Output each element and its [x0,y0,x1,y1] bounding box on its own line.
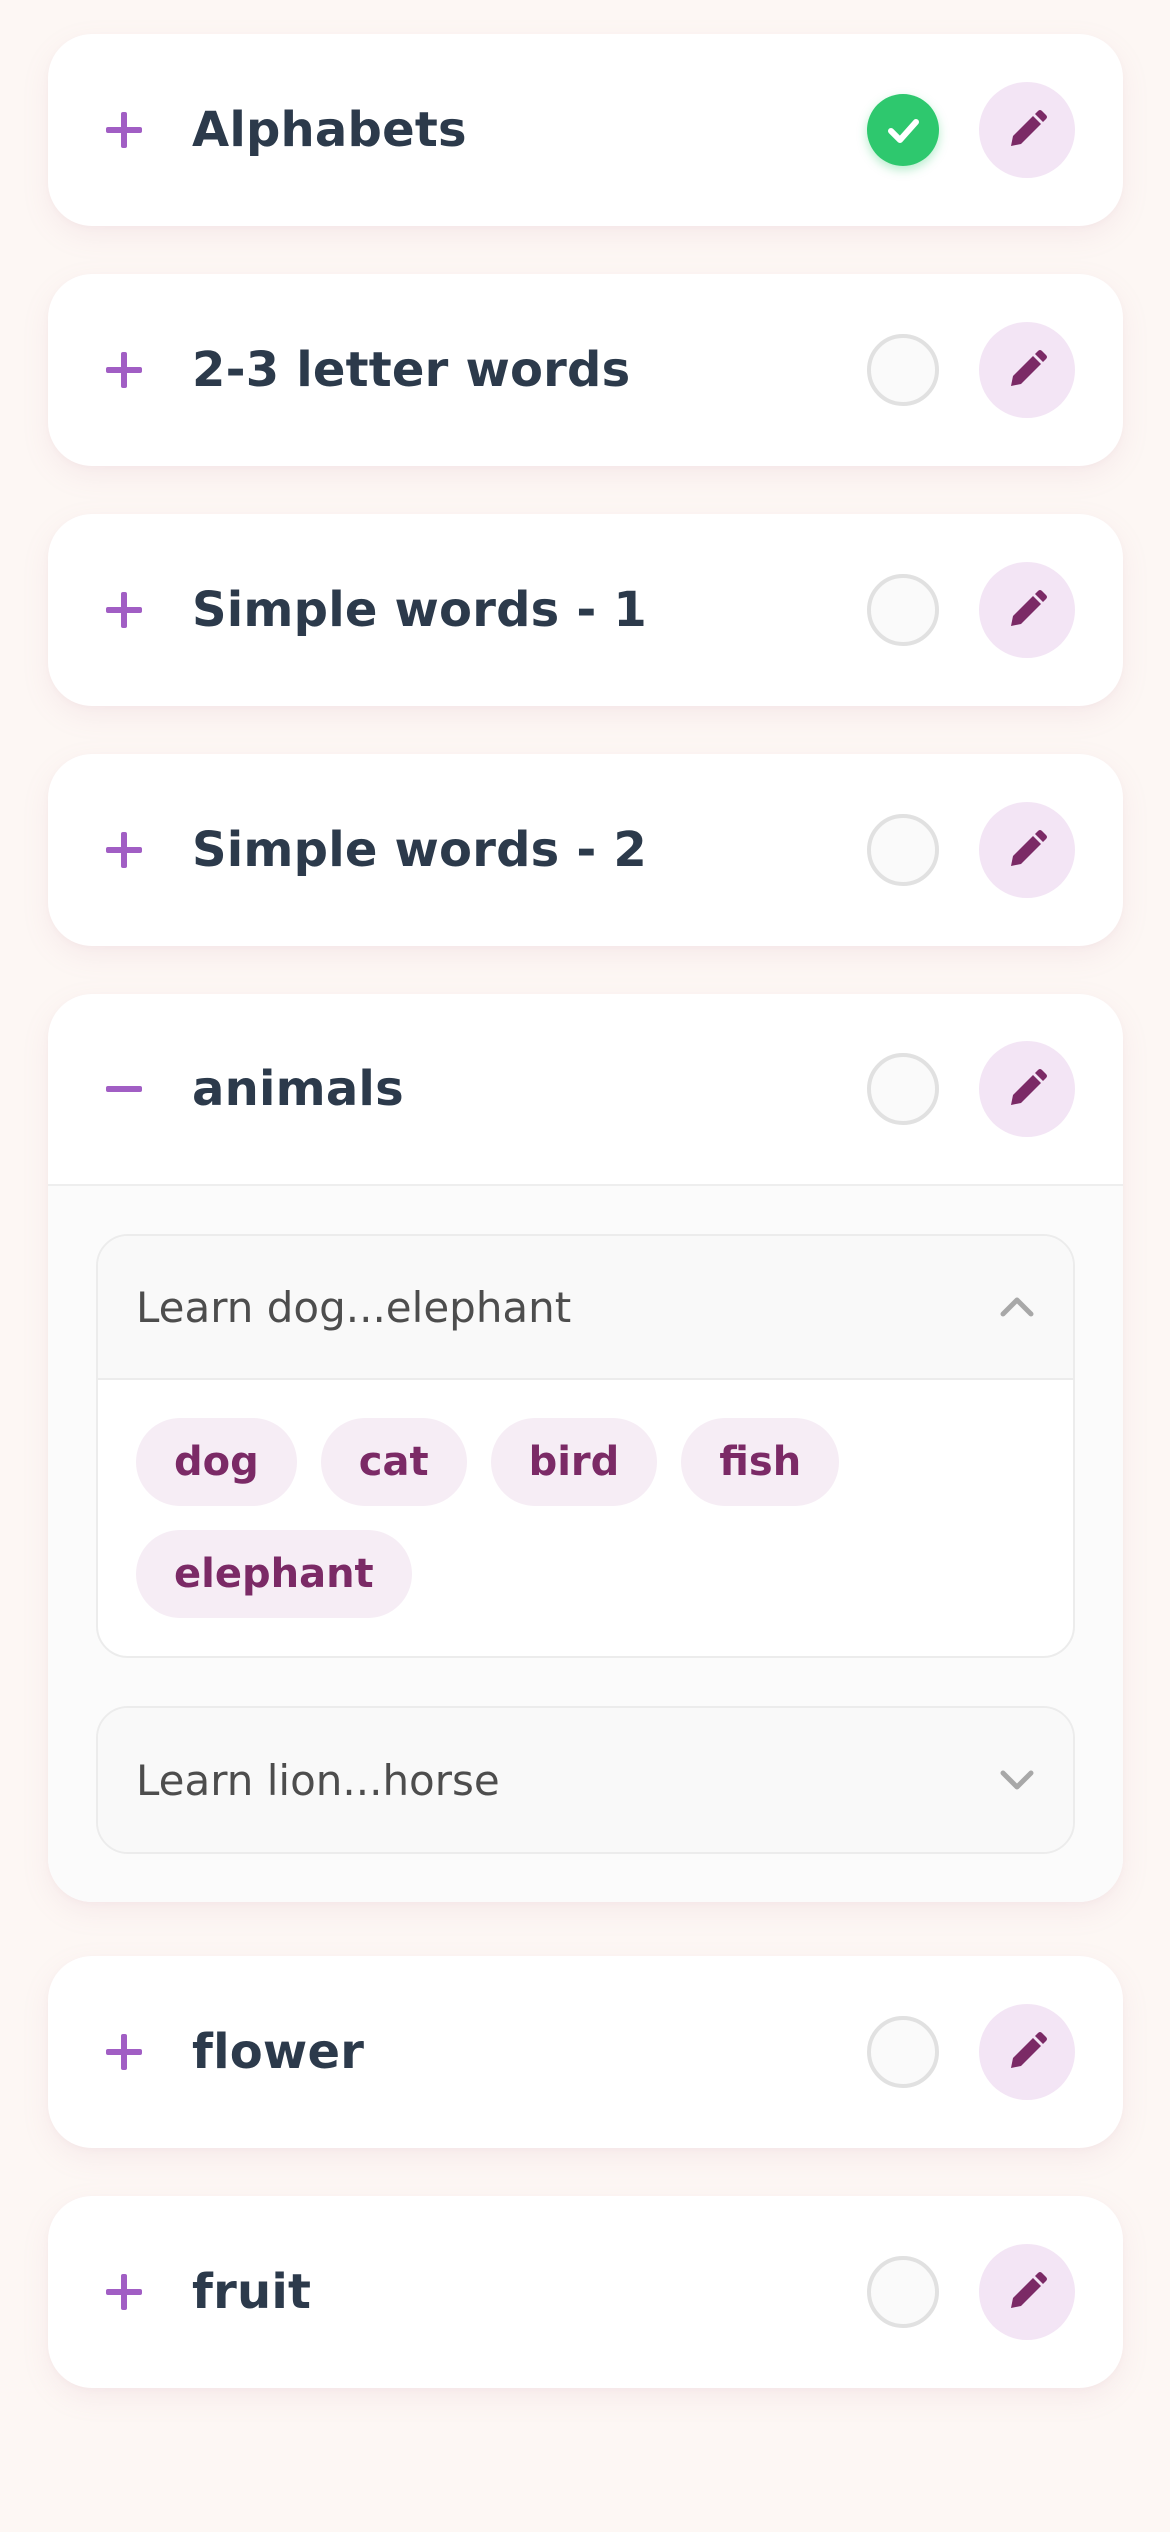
category-card: 2-3 letter words [48,274,1123,466]
category-header[interactable]: Simple words - 2 [48,754,1123,946]
category-header[interactable]: fruit [48,2196,1123,2388]
plus-icon[interactable] [104,2272,144,2312]
pencil-icon [1011,1069,1047,1105]
completion-status[interactable] [867,2256,939,2328]
plus-icon[interactable] [104,2032,144,2072]
word-chips: dog cat bird fish elephant [98,1380,1073,1656]
chevron-down-icon[interactable] [997,1760,1037,1800]
lesson-header[interactable]: Learn lion...horse [98,1708,1073,1852]
completion-status[interactable] [867,1053,939,1125]
category-header[interactable]: Alphabets [48,34,1123,226]
category-header[interactable]: flower [48,1956,1123,2148]
lesson-panel: Learn lion...horse [96,1706,1075,1854]
pencil-icon [1011,590,1047,626]
category-card: Simple words - 2 [48,754,1123,946]
category-title: Simple words - 1 [192,582,647,638]
edit-button[interactable] [979,1041,1075,1137]
check-icon [888,119,919,143]
lesson-title: Learn dog...elephant [136,1282,572,1332]
word-chip[interactable]: dog [136,1418,297,1506]
completion-status[interactable] [867,2016,939,2088]
pencil-icon [1011,350,1047,386]
word-chip[interactable]: bird [490,1418,658,1506]
edit-button[interactable] [979,2244,1075,2340]
pencil-icon [1011,2272,1047,2308]
edit-button[interactable] [979,322,1075,418]
category-card-expanded: animals Learn dog...elephant dog cat bir… [48,994,1123,1902]
category-header[interactable]: Simple words - 1 [48,514,1123,706]
lesson-panel: Learn dog...elephant dog cat bird fish e… [96,1234,1075,1658]
category-card: Simple words - 1 [48,514,1123,706]
completion-status[interactable] [867,814,939,886]
chevron-up-icon[interactable] [997,1287,1037,1327]
category-title: animals [192,1061,404,1117]
minus-icon[interactable] [104,1069,144,1109]
word-chip[interactable]: elephant [136,1530,412,1618]
word-chip[interactable]: cat [320,1418,467,1506]
edit-button[interactable] [979,802,1075,898]
category-card: Alphabets [48,34,1123,226]
edit-button[interactable] [979,2004,1075,2100]
completed-status[interactable] [867,94,939,166]
category-list: Alphabets 2-3 letter words Simple words … [48,34,1123,2388]
pencil-icon [1011,2032,1047,2068]
category-header[interactable]: 2-3 letter words [48,274,1123,466]
pencil-icon [1011,110,1047,146]
pencil-icon [1011,830,1047,866]
lesson-title: Learn lion...horse [136,1755,500,1805]
edit-button[interactable] [979,562,1075,658]
lesson-header[interactable]: Learn dog...elephant [98,1236,1073,1380]
category-header[interactable]: animals [48,994,1123,1184]
category-card: fruit [48,2196,1123,2388]
plus-icon[interactable] [104,830,144,870]
word-chip[interactable]: fish [681,1418,840,1506]
plus-icon[interactable] [104,350,144,390]
category-title: Simple words - 2 [192,822,647,878]
category-title: Alphabets [192,102,467,158]
category-card: flower [48,1956,1123,2148]
edit-button[interactable] [979,82,1075,178]
completion-status[interactable] [867,574,939,646]
category-title: flower [192,2024,365,2080]
plus-icon[interactable] [104,110,144,150]
category-title: fruit [192,2264,312,2320]
category-title: 2-3 letter words [192,342,631,398]
lesson-list: Learn dog...elephant dog cat bird fish e… [48,1184,1123,1902]
completion-status[interactable] [867,334,939,406]
plus-icon[interactable] [104,590,144,630]
